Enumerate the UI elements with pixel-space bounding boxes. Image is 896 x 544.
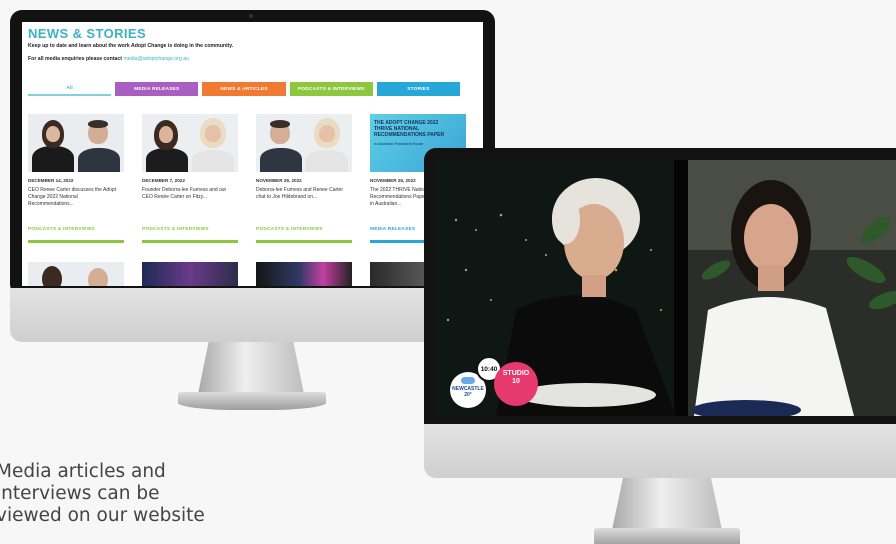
cloud-icon (461, 377, 475, 384)
temperature-label: 20° (464, 392, 472, 398)
contact-email-link[interactable]: media@adoptchange.org.au (123, 56, 189, 62)
card-title[interactable]: Deborra-lee Furness and Renee Carter cha… (256, 187, 352, 223)
page-title: NEWS & STORIES (28, 26, 147, 41)
monitor-right-stand (612, 478, 722, 530)
card-thumbnail (256, 114, 352, 172)
tab-stories[interactable]: STORIES (376, 82, 461, 96)
tab-news-articles[interactable]: NEWS & ARTICLES (202, 82, 286, 96)
card-thumbnail (28, 114, 124, 172)
website-screen: NEWS & STORIES Keep up to date and learn… (22, 22, 483, 286)
story-cards-row-2 (28, 262, 468, 286)
card-thumbnail[interactable] (256, 262, 352, 286)
card-thumbnail (142, 114, 238, 172)
monitor-left-chin (10, 288, 495, 342)
channel-logo-text: STUDIO 10 (502, 370, 530, 385)
tab-podcasts-interviews[interactable]: PODCASTS & INTERVIEWS (289, 82, 373, 96)
tab-all[interactable]: All (28, 82, 112, 96)
card-title[interactable]: Founder Deborra-lee Furness and our CEO … (142, 187, 238, 223)
card-date: DECEMBER 7, 2022 (142, 178, 185, 183)
promo-subline: in Australian Parliament House (374, 142, 424, 146)
card-category[interactable]: PODCASTS & INTERVIEWS (256, 227, 352, 232)
monitor-left-stand (198, 342, 304, 394)
story-card[interactable]: DECEMBER 7, 2022 Founder Deborra-lee Fur… (142, 114, 238, 243)
card-date: NOVEMBER 29, 2022 (256, 178, 302, 183)
card-divider (256, 240, 352, 243)
caption-line: interviews can be (0, 483, 160, 504)
caption-line: Media articles and (0, 461, 166, 482)
card-category[interactable]: PODCASTS & INTERVIEWS (142, 227, 238, 232)
page-subtitle: Keep up to date and learn about the work… (28, 43, 234, 49)
card-category[interactable]: PODCASTS & INTERVIEWS (28, 227, 124, 232)
card-divider (28, 240, 124, 243)
studio-10-logo: STUDIO 10 (494, 362, 538, 406)
monitor-left-foot (178, 392, 326, 410)
card-divider (142, 240, 238, 243)
monitor-right-chin (424, 424, 896, 478)
webcam-dot (249, 14, 253, 18)
monitor-right-foot (594, 528, 740, 544)
caption-text: Media articles and interviews can be vie… (0, 461, 205, 527)
media-contact: For all media enquiries please contact m… (28, 56, 189, 62)
story-card[interactable]: NOVEMBER 29, 2022 Deborra-lee Furness an… (256, 114, 352, 243)
promo-headline: THE ADOPT CHANGE 2022 THRIVE NATIONAL RE… (374, 120, 445, 138)
card-thumbnail[interactable] (142, 262, 238, 286)
card-title[interactable]: CEO Renee Carter discusses the Adopt Cha… (28, 187, 124, 223)
category-tabs: All MEDIA RELEASES NEWS & ARTICLES PODCA… (28, 82, 461, 98)
tab-media-releases[interactable]: MEDIA RELEASES (115, 82, 199, 96)
tv-interview-screen: NEWCASTLE 20° 10:40 STUDIO 10 (436, 160, 896, 416)
card-thumbnail[interactable] (28, 262, 124, 286)
story-cards: DECEMBER 14, 2022 CEO Renee Carter discu… (28, 114, 468, 243)
caption-line: viewed on our website (0, 505, 205, 526)
card-date: DECEMBER 14, 2022 (28, 178, 74, 183)
story-card[interactable]: DECEMBER 14, 2022 CEO Renee Carter discu… (28, 114, 124, 243)
contact-label: For all media enquiries please contact (28, 56, 122, 62)
